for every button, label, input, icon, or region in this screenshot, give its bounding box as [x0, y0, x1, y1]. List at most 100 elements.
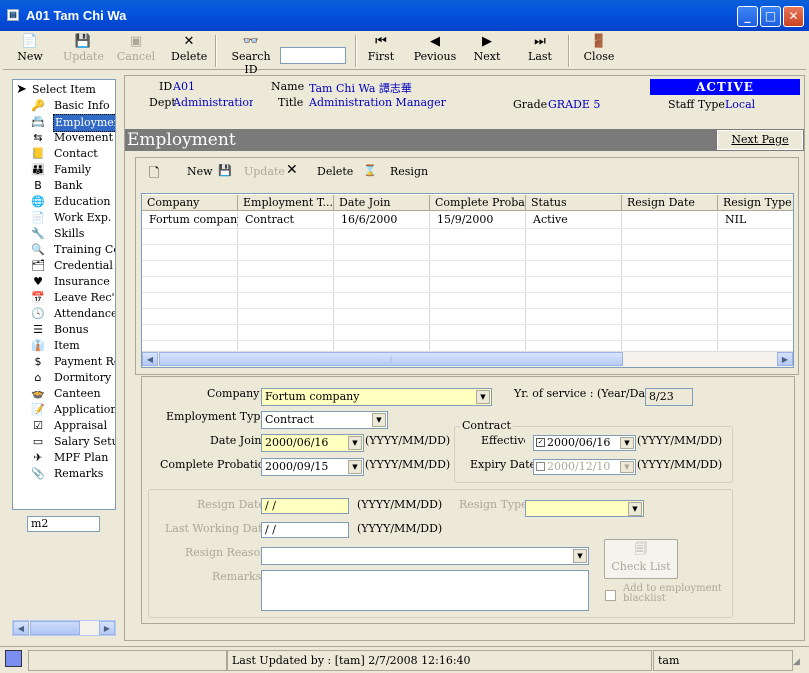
blacklist-checkbox[interactable]	[605, 590, 616, 601]
section-title: Employment	[127, 130, 236, 150]
cancel-icon: ▣	[129, 34, 143, 49]
expiry-date-value: 2000/12/10	[547, 460, 611, 473]
table-row[interactable]: Fortum company Contract 16/6/2000 15/9/2000…	[142, 212, 793, 228]
grid-scrollbar[interactable]: ◀ ⦙ ▶	[142, 351, 793, 367]
application-icon: 📝	[31, 403, 45, 416]
chevron-down-icon[interactable]: ▼	[476, 390, 490, 404]
tree-scrollbar[interactable]: ◀ ▶	[12, 620, 116, 636]
chevron-down-icon[interactable]: ▼	[628, 502, 642, 516]
chevron-down-icon[interactable]: ▼	[620, 461, 634, 473]
date-join-picker[interactable]: 2000/06/16 ▼	[261, 434, 364, 452]
expiry-date-picker[interactable]: 2000/12/10 ▼	[533, 459, 636, 475]
delete-button[interactable]: ✕ Delete	[171, 33, 207, 69]
first-button[interactable]: ⏮ First	[367, 33, 395, 69]
tree-item-label: Training Cou	[54, 243, 115, 256]
chevron-down-icon[interactable]: ▼	[348, 460, 362, 474]
column-header[interactable]: Resign Date	[622, 195, 718, 211]
tree-item-label: Contact	[54, 147, 98, 160]
tree-item-label: Remarks	[54, 467, 104, 480]
company-select[interactable]: Fortum company ▼	[261, 388, 492, 406]
sub-new-button[interactable]: New	[187, 165, 213, 178]
column-header[interactable]: Company	[142, 195, 238, 211]
resign-reason-select[interactable]: ▼	[261, 547, 589, 565]
complete-probation-picker[interactable]: 2000/09/15 ▼	[261, 458, 364, 476]
maximize-button[interactable]: □	[760, 6, 781, 27]
last-button[interactable]: ⏭ Last	[526, 33, 554, 69]
grid-scroll-left-icon[interactable]: ◀	[142, 352, 158, 366]
new-button[interactable]: 📄 New	[15, 33, 45, 69]
column-header[interactable]: Status	[526, 195, 622, 211]
tree-item-label: Education	[54, 195, 111, 208]
movement-icon: ⇆	[33, 131, 43, 144]
bank-icon: B	[34, 179, 42, 192]
years-label: Yr. of service : (Year/Day)	[514, 387, 656, 400]
delete-icon: ✕	[183, 34, 195, 49]
title-bar[interactable]: ▤ A01 Tam Chi Wa _ □ ✕	[0, 0, 809, 31]
status-bar: Last Updated by : [tam] 2/7/2008 12:16:4…	[0, 646, 809, 673]
scroll-right-icon[interactable]: ▶	[99, 621, 115, 635]
tree-item-label: Canteen	[54, 387, 101, 400]
resign-type-select[interactable]: ▼	[525, 500, 644, 517]
scroll-thumb[interactable]	[30, 621, 80, 635]
last-working-date-input[interactable]: / /	[261, 522, 349, 538]
item-tree[interactable]: ➤ Select Item 🔑Basic Info📇Employment⇆Mov…	[12, 79, 116, 510]
title-label: Title	[278, 96, 304, 109]
next-icon: ▶	[482, 34, 492, 49]
chevron-down-icon[interactable]: ▼	[372, 413, 386, 427]
status-indicator	[5, 650, 22, 667]
tree-search-input[interactable]: m2	[27, 516, 100, 532]
title-value: Administration Manager	[309, 96, 446, 109]
search-id-input[interactable]	[280, 47, 346, 64]
grid-line	[142, 276, 793, 277]
heart-icon: ♥	[33, 275, 43, 288]
previous-button[interactable]: ◀ Pevious	[413, 33, 457, 69]
employment-table[interactable]: Company Employment T... Date Join Complete …	[141, 193, 794, 368]
sub-update-button[interactable]: Update	[244, 165, 285, 178]
next-button[interactable]: ▶ Next	[473, 33, 501, 69]
salary-icon: ▭	[32, 435, 44, 448]
column-header[interactable]: Complete Proba...	[430, 195, 526, 211]
resign-button[interactable]: Resign	[390, 165, 428, 178]
grid-line	[142, 228, 793, 229]
sub-delete-button[interactable]: Delete	[317, 165, 353, 178]
chevron-down-icon[interactable]: ▼	[573, 549, 587, 563]
id-value: A01	[173, 80, 195, 93]
scroll-left-icon[interactable]: ◀	[13, 621, 29, 635]
minimize-button[interactable]: _	[737, 6, 758, 27]
column-header[interactable]: Date Join	[334, 195, 430, 211]
next-page-button[interactable]: Next Page	[717, 130, 803, 150]
effective-date-picker[interactable]: ✓ 2000/06/16 ▼	[533, 435, 636, 451]
effective-date-checkbox[interactable]: ✓	[536, 438, 545, 447]
check-icon: ☑	[33, 419, 43, 432]
close-window-button[interactable]: ✕	[783, 6, 804, 27]
grid-scroll-right-icon[interactable]: ▶	[777, 352, 793, 366]
cancel-button[interactable]: ▣ Cancel	[116, 33, 156, 69]
tree-item-label: Movement	[54, 131, 114, 144]
grid-divider	[237, 212, 238, 352]
grid-divider	[525, 212, 526, 352]
column-header[interactable]: Resign Type	[718, 195, 793, 211]
resign-date-input[interactable]: / /	[261, 498, 349, 514]
grid-divider	[429, 212, 430, 352]
resize-grip-icon[interactable]: ◢	[793, 657, 806, 670]
grade-label: Grade	[513, 98, 548, 111]
employment-type-select[interactable]: Contract ▼	[261, 411, 388, 429]
update-button[interactable]: 💾 Update	[63, 33, 104, 69]
check-list-button[interactable]: 🗐 Check List	[604, 539, 678, 579]
expiry-date-checkbox[interactable]	[536, 462, 545, 471]
remarks-textarea[interactable]	[261, 570, 589, 611]
app-icon: ▤	[7, 9, 19, 21]
effective-date-format: (YYYY/MM/DD)	[637, 434, 723, 447]
close-button[interactable]: 🚪 Close	[583, 33, 615, 69]
remarks-label: Remarks	[212, 570, 262, 583]
tree-item-label: Dormitory	[54, 371, 112, 384]
item-icon: 👔	[31, 339, 45, 352]
chevron-down-icon[interactable]: ▼	[620, 437, 634, 449]
chevron-down-icon[interactable]: ▼	[348, 436, 362, 450]
resign-date-label: Resign Date	[197, 498, 265, 511]
column-header[interactable]: Employment T...	[238, 195, 334, 211]
grid-scroll-thumb[interactable]: ⦙	[159, 352, 623, 366]
status-panel-empty	[28, 650, 227, 671]
years-value: 8/23	[645, 388, 693, 406]
tree-item-label: Salary Setup	[54, 435, 115, 448]
